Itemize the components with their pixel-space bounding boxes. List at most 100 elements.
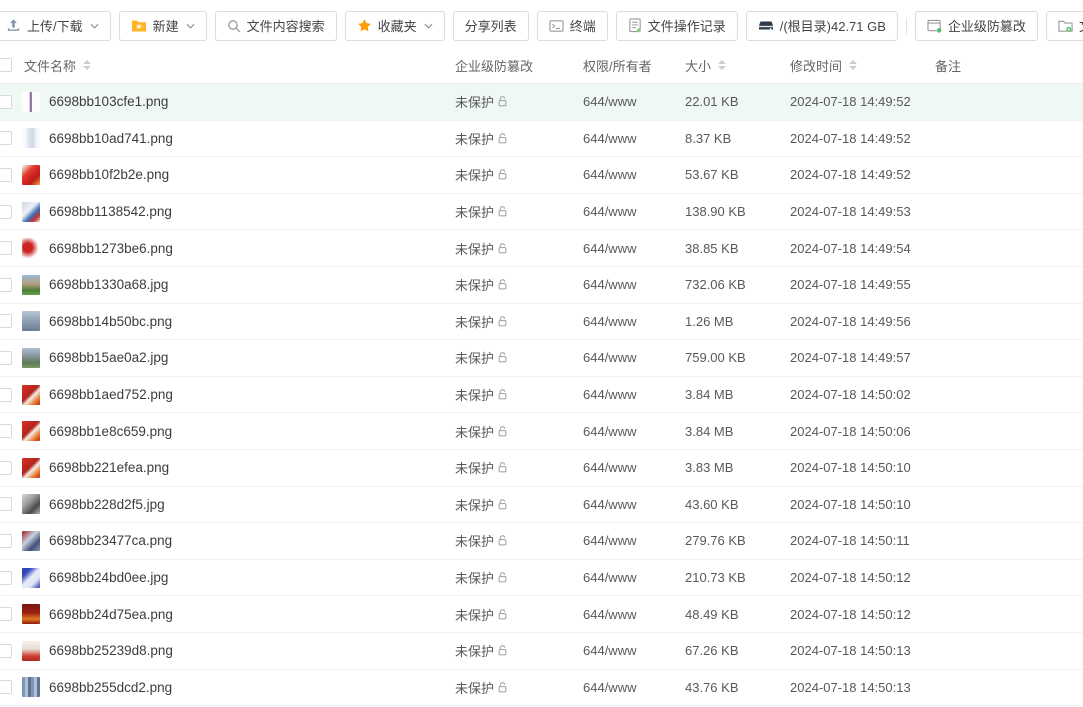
new-label: 新建 — [153, 16, 179, 35]
permission-owner: 644/www — [583, 533, 636, 548]
favorites-button[interactable]: 收藏夹 — [345, 11, 445, 41]
modified-time: 2024-07-18 14:49:53 — [790, 204, 911, 219]
unlock-icon — [496, 644, 509, 657]
modified-time: 2024-07-18 14:49:55 — [790, 277, 911, 292]
modified-time: 2024-07-18 14:50:12 — [790, 607, 911, 622]
row-checkbox[interactable] — [0, 314, 12, 328]
row-checkbox[interactable] — [0, 461, 12, 475]
file-thumbnail — [22, 677, 40, 697]
tamper-status: 未保护 — [455, 531, 494, 550]
disk-root-button[interactable]: /(根目录)42.71 GB — [746, 11, 898, 41]
table-row[interactable]: 6698bb1330a68.jpg 未保护 644/www 732.06 KB … — [0, 267, 1083, 304]
file-name[interactable]: 6698bb24bd0ee.jpg — [49, 570, 168, 585]
table-row[interactable]: 6698bb24bd0ee.jpg 未保护 644/www 210.73 KB … — [0, 560, 1083, 597]
row-checkbox[interactable] — [0, 95, 12, 109]
unlock-icon — [496, 534, 509, 547]
modified-time: 2024-07-18 14:49:52 — [790, 167, 911, 182]
file-name[interactable]: 6698bb23477ca.png — [49, 533, 172, 548]
file-thumbnail — [22, 92, 40, 112]
table-row[interactable]: 6698bb25239d8.png 未保护 644/www 67.26 KB 2… — [0, 633, 1083, 670]
table-row[interactable]: 6698bb10f2b2e.png 未保护 644/www 53.67 KB 2… — [0, 157, 1083, 194]
permission-owner: 644/www — [583, 424, 636, 439]
table-row[interactable]: 6698bb1aed752.png 未保护 644/www 3.84 MB 20… — [0, 377, 1083, 414]
sort-size-icon[interactable] — [718, 60, 726, 70]
file-name[interactable]: 6698bb1273be6.png — [49, 241, 173, 256]
file-name[interactable]: 6698bb10f2b2e.png — [49, 167, 169, 182]
terminal-button[interactable]: 终端 — [537, 11, 608, 41]
file-thumbnail — [22, 568, 40, 588]
table-row[interactable]: 6698bb103cfe1.png 未保护 644/www 22.01 KB 2… — [0, 84, 1083, 121]
file-log-button[interactable]: 文件操作记录 — [616, 11, 738, 41]
file-name[interactable]: 6698bb1aed752.png — [49, 387, 173, 402]
file-name[interactable]: 6698bb103cfe1.png — [49, 94, 168, 109]
file-thumbnail — [22, 494, 40, 514]
file-name[interactable]: 6698bb15ae0a2.jpg — [49, 350, 168, 365]
row-checkbox[interactable] — [0, 278, 12, 292]
table-header: 文件名称 企业级防篡改 权限/所有者 大小 修改时间 备注 — [0, 47, 1083, 84]
file-size: 53.67 KB — [685, 167, 739, 182]
select-all-checkbox[interactable] — [0, 58, 12, 72]
row-checkbox[interactable] — [0, 351, 12, 365]
modified-time: 2024-07-18 14:49:52 — [790, 131, 911, 146]
upload-download-button[interactable]: 上传/下载 — [0, 11, 111, 41]
table-row[interactable]: 6698bb1138542.png 未保护 644/www 138.90 KB … — [0, 194, 1083, 231]
file-sync-button[interactable]: 文件同步 — [1046, 11, 1083, 41]
row-checkbox[interactable] — [0, 388, 12, 402]
row-checkbox[interactable] — [0, 497, 12, 511]
file-name[interactable]: 6698bb10ad741.png — [49, 131, 173, 146]
row-checkbox[interactable] — [0, 241, 12, 255]
file-size: 48.49 KB — [685, 607, 739, 622]
tamper-proof-button[interactable]: 企业级防篡改 — [915, 11, 1038, 41]
file-name[interactable]: 6698bb228d2f5.jpg — [49, 497, 165, 512]
row-checkbox[interactable] — [0, 168, 12, 182]
file-name[interactable]: 6698bb255dcd2.png — [49, 680, 172, 695]
table-row[interactable]: 6698bb14b50bc.png 未保护 644/www 1.26 MB 20… — [0, 304, 1083, 341]
row-checkbox[interactable] — [0, 571, 12, 585]
tamper-status: 未保护 — [455, 239, 494, 258]
file-name[interactable]: 6698bb221efea.png — [49, 460, 169, 475]
folder-sync-icon — [1058, 19, 1073, 33]
row-checkbox[interactable] — [0, 607, 12, 621]
table-row[interactable]: 6698bb24d75ea.png 未保护 644/www 48.49 KB 2… — [0, 596, 1083, 633]
row-checkbox[interactable] — [0, 131, 12, 145]
new-button[interactable]: 新建 — [119, 11, 207, 41]
row-checkbox[interactable] — [0, 644, 12, 658]
file-size: 210.73 KB — [685, 570, 746, 585]
row-checkbox[interactable] — [0, 680, 12, 694]
star-icon — [357, 18, 372, 33]
table-row[interactable]: 6698bb23477ca.png 未保护 644/www 279.76 KB … — [0, 523, 1083, 560]
table-row[interactable]: 6698bb10ad741.png 未保护 644/www 8.37 KB 20… — [0, 121, 1083, 158]
file-size: 3.84 MB — [685, 424, 733, 439]
log-icon — [628, 18, 642, 33]
file-sync-label: 文件同步 — [1079, 16, 1083, 35]
table-row[interactable]: 6698bb255dcd2.png 未保护 644/www 43.76 KB 2… — [0, 670, 1083, 707]
unlock-icon — [496, 315, 509, 328]
file-name[interactable]: 6698bb24d75ea.png — [49, 607, 173, 622]
header-modified-time: 修改时间 — [790, 56, 842, 75]
file-name[interactable]: 6698bb1330a68.jpg — [49, 277, 168, 292]
unlock-icon — [496, 608, 509, 621]
table-row[interactable]: 6698bb221efea.png 未保护 644/www 3.83 MB 20… — [0, 450, 1083, 487]
row-checkbox[interactable] — [0, 534, 12, 548]
row-checkbox[interactable] — [0, 205, 12, 219]
content-search-button[interactable]: 文件内容搜索 — [215, 11, 337, 41]
modified-time: 2024-07-18 14:49:56 — [790, 314, 911, 329]
row-checkbox[interactable] — [0, 424, 12, 438]
file-thumbnail — [22, 128, 40, 148]
unlock-icon — [496, 498, 509, 511]
file-name[interactable]: 6698bb14b50bc.png — [49, 314, 172, 329]
file-name[interactable]: 6698bb25239d8.png — [49, 643, 173, 658]
sort-time-icon[interactable] — [849, 60, 857, 70]
share-list-button[interactable]: 分享列表 — [453, 11, 529, 41]
table-row[interactable]: 6698bb228d2f5.jpg 未保护 644/www 43.60 KB 2… — [0, 487, 1083, 524]
tamper-status: 未保护 — [455, 275, 494, 294]
tamper-status: 未保护 — [455, 92, 494, 111]
table-row[interactable]: 6698bb1273be6.png 未保护 644/www 38.85 KB 2… — [0, 230, 1083, 267]
table-row[interactable]: 6698bb15ae0a2.jpg 未保护 644/www 759.00 KB … — [0, 340, 1083, 377]
modified-time: 2024-07-18 14:50:13 — [790, 643, 911, 658]
sort-name-icon[interactable] — [83, 60, 91, 70]
file-name[interactable]: 6698bb1e8c659.png — [49, 424, 172, 439]
chevron-down-icon — [90, 23, 99, 29]
table-row[interactable]: 6698bb1e8c659.png 未保护 644/www 3.84 MB 20… — [0, 413, 1083, 450]
file-name[interactable]: 6698bb1138542.png — [49, 204, 172, 219]
